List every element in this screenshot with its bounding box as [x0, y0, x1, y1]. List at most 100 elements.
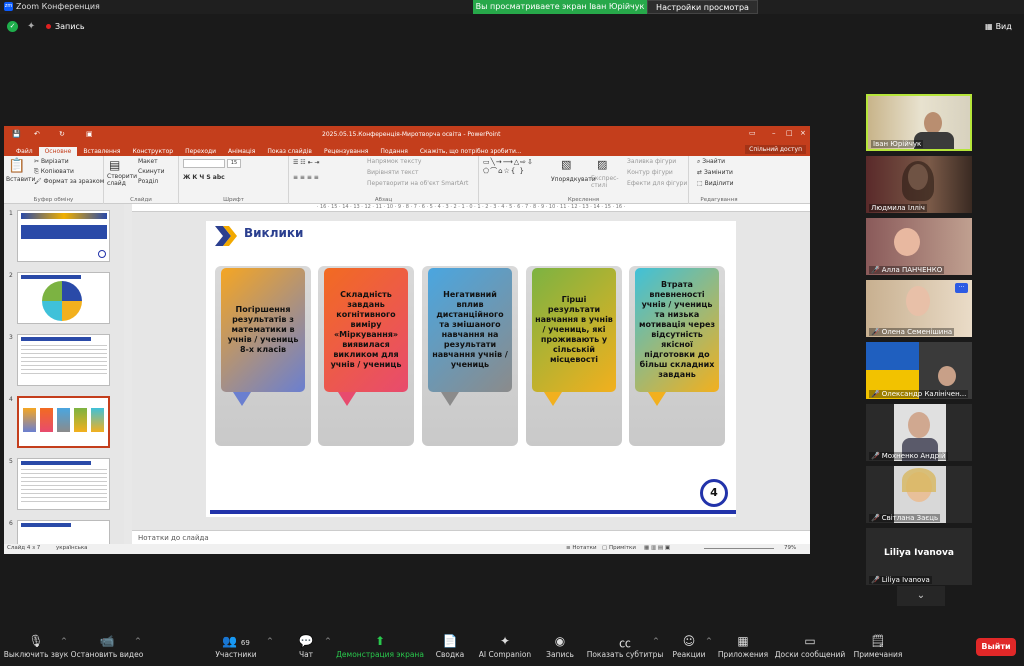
slide-thumbnail-4[interactable] [17, 396, 110, 448]
smartart-button[interactable]: Перетворити на об'єкт SmartArt [367, 180, 468, 187]
tab-animations[interactable]: Анімація [222, 147, 261, 156]
reactions-button[interactable]: ☺ Реакции [672, 634, 705, 659]
slideshow-icon[interactable]: ▣ [86, 130, 93, 138]
share-screen-button[interactable]: ⬆ Демонстрация экрана [336, 634, 424, 659]
font-name-input[interactable] [183, 159, 225, 168]
participant-tile[interactable]: Людмила Ілліч [866, 156, 972, 213]
chevron-up-icon[interactable]: ^ [267, 637, 273, 645]
drawing-group-label: Креслення [567, 197, 600, 203]
chevron-up-icon[interactable]: ^ [135, 637, 141, 645]
leave-button[interactable]: Выйти [976, 638, 1016, 656]
tab-review[interactable]: Рецензування [318, 147, 374, 156]
font-size-input[interactable]: 15 [227, 159, 241, 168]
shape-effects-button[interactable]: Ефекти для фігури [627, 180, 687, 187]
arrange-icon[interactable]: ▧ [561, 158, 571, 171]
notes-pane[interactable]: Нотатки до слайда [132, 530, 810, 544]
quick-styles-icon[interactable]: ▨ [597, 158, 607, 171]
chevron-up-icon[interactable]: ^ [706, 637, 712, 645]
participant-tile[interactable]: Liliya Ivanova 🎤̸ Liliya Ivanova [866, 528, 972, 585]
maximize-icon[interactable]: □ [786, 129, 793, 137]
align-buttons[interactable]: ≡ ≡ ≡ ≡ [293, 174, 319, 181]
whiteboards-button[interactable]: ▭ Доски сообщений [775, 634, 846, 659]
close-icon[interactable]: × [800, 129, 806, 137]
language-status[interactable]: українська [56, 545, 88, 551]
zoom-slider[interactable] [704, 548, 774, 549]
view-button[interactable]: ▦ Вид [985, 22, 1012, 31]
tab-home[interactable]: Основне [38, 147, 78, 156]
participant-tile[interactable]: ··· 🎤̸ Олена Семенішина [866, 280, 972, 337]
arrange-button[interactable]: Упорядкувати [551, 176, 596, 183]
stop-video-button[interactable]: 📹 Остановить видео [71, 634, 144, 659]
paste-icon[interactable]: 📋 [8, 158, 25, 174]
ai-companion-button[interactable]: ✦ AI Companion [479, 634, 531, 659]
layout-button[interactable]: Макет [138, 158, 158, 165]
chevron-up-icon[interactable]: ^ [325, 637, 331, 645]
notes-button[interactable]: 🗒 Примечания [854, 634, 903, 659]
tell-me-search[interactable]: Скажіть, що потрібно зробити... [414, 147, 528, 156]
bullets-button[interactable]: ☰ ☷ ⇤ ⇥ [293, 159, 320, 166]
captions-button[interactable]: ㏄ Показать субтитры [587, 634, 664, 659]
select-button[interactable]: ⬚ Виділити [697, 180, 734, 187]
slide-thumbnail-6[interactable] [17, 520, 110, 544]
participant-tile[interactable]: 🎤̸ Алла ПАНЧЕНКО [866, 218, 972, 275]
participant-tile[interactable]: 🎤̸ Олександр Калінічен... [866, 342, 972, 399]
tab-insert[interactable]: Вставлення [77, 147, 126, 156]
tab-file[interactable]: Файл [10, 147, 39, 156]
recording-indicator[interactable]: Запись [46, 22, 85, 31]
find-button[interactable]: ⌕ Знайти [697, 158, 725, 166]
new-slide-icon[interactable]: ▤ [109, 158, 120, 172]
thumb-number: 4 [9, 396, 13, 403]
view-options-button[interactable]: Настройки просмотра [647, 0, 758, 14]
chevron-up-icon[interactable]: ^ [653, 637, 659, 645]
security-shield-icon[interactable]: ✓ [7, 21, 18, 32]
chat-button[interactable]: 💬 Чат [299, 634, 314, 659]
chevron-down-icon[interactable]: ⌄ [897, 586, 945, 606]
shapes-gallery[interactable]: ▭╲→⟶△⇨⇩ ⬠⌒⌂☆{ } [483, 158, 534, 176]
copy-button[interactable]: ⎘ Копіювати [34, 168, 74, 176]
tab-design[interactable]: Конструктор [126, 147, 179, 156]
slide-thumbnail-1[interactable] [17, 210, 110, 262]
participant-avatar-name: Liliya Ivanova [884, 548, 954, 558]
section-button[interactable]: Розділ [138, 178, 158, 185]
ppt-share-button[interactable]: Спільний доступ [745, 145, 806, 154]
summary-button[interactable]: 📄 Сводка [436, 634, 465, 659]
new-slide-button[interactable]: Створити слайд [107, 173, 137, 187]
notes-toggle[interactable]: ≡ Нотатки [566, 545, 597, 551]
undo-icon[interactable]: ↶ [34, 130, 40, 138]
replace-button[interactable]: ⇄ Замінити [697, 169, 733, 176]
redo-icon[interactable]: ↻ [59, 130, 65, 138]
format-painter-button[interactable]: 🖌 Формат за зразком [34, 178, 104, 185]
participant-tile[interactable]: 🎤̸ Світлана Заєць [866, 466, 972, 523]
shape-outline-button[interactable]: Контур фігури [627, 169, 673, 176]
whiteboard-icon: ▭ [804, 634, 816, 648]
record-button[interactable]: ◉ Запись [546, 634, 574, 659]
zoom-level[interactable]: 79% [784, 545, 796, 551]
paste-button[interactable]: Вставити [6, 176, 35, 183]
bold-button[interactable]: Ж К Ч S abc [183, 174, 225, 181]
ai-sparkle-icon[interactable]: ✦ [27, 21, 35, 32]
minimize-icon[interactable]: – [772, 129, 776, 137]
text-direction-button[interactable]: Напрямок тексту [367, 158, 421, 165]
slide-thumbnail-2[interactable] [17, 272, 110, 324]
ribbon-options-icon[interactable]: ▭ [749, 129, 756, 137]
participant-tile[interactable]: 🎤̸ Мохненко Андрій [866, 404, 972, 461]
shape-fill-button[interactable]: Заливка фігури [627, 158, 676, 165]
participants-button[interactable]: 👥 69 Участники [215, 634, 256, 659]
participant-tile[interactable]: Іван Юрійчук [866, 94, 972, 151]
comments-toggle[interactable]: ▢ Примітки [602, 545, 636, 551]
tab-view[interactable]: Подання [374, 147, 413, 156]
tab-slideshow[interactable]: Показ слайдів [261, 147, 318, 156]
save-icon[interactable]: 💾 [12, 130, 21, 138]
mute-button[interactable]: 🎙 Выключить звук [4, 634, 69, 659]
tab-transitions[interactable]: Переходи [179, 147, 222, 156]
more-options-icon[interactable]: ··· [955, 283, 968, 293]
slide-thumbnail-3[interactable] [17, 334, 110, 386]
reset-button[interactable]: Скинути [138, 168, 165, 175]
apps-button[interactable]: ▦ Приложения [718, 634, 768, 659]
quick-styles-button[interactable]: Експрес-стилі [591, 175, 623, 189]
align-text-button[interactable]: Вирівняти текст [367, 169, 418, 176]
view-buttons[interactable]: ▦ ▥ ▤ ▣ [644, 545, 670, 551]
slide-thumbnail-5[interactable] [17, 458, 110, 510]
chevron-up-icon[interactable]: ^ [61, 637, 67, 645]
cut-button[interactable]: ✂ Вирізати [34, 158, 69, 165]
